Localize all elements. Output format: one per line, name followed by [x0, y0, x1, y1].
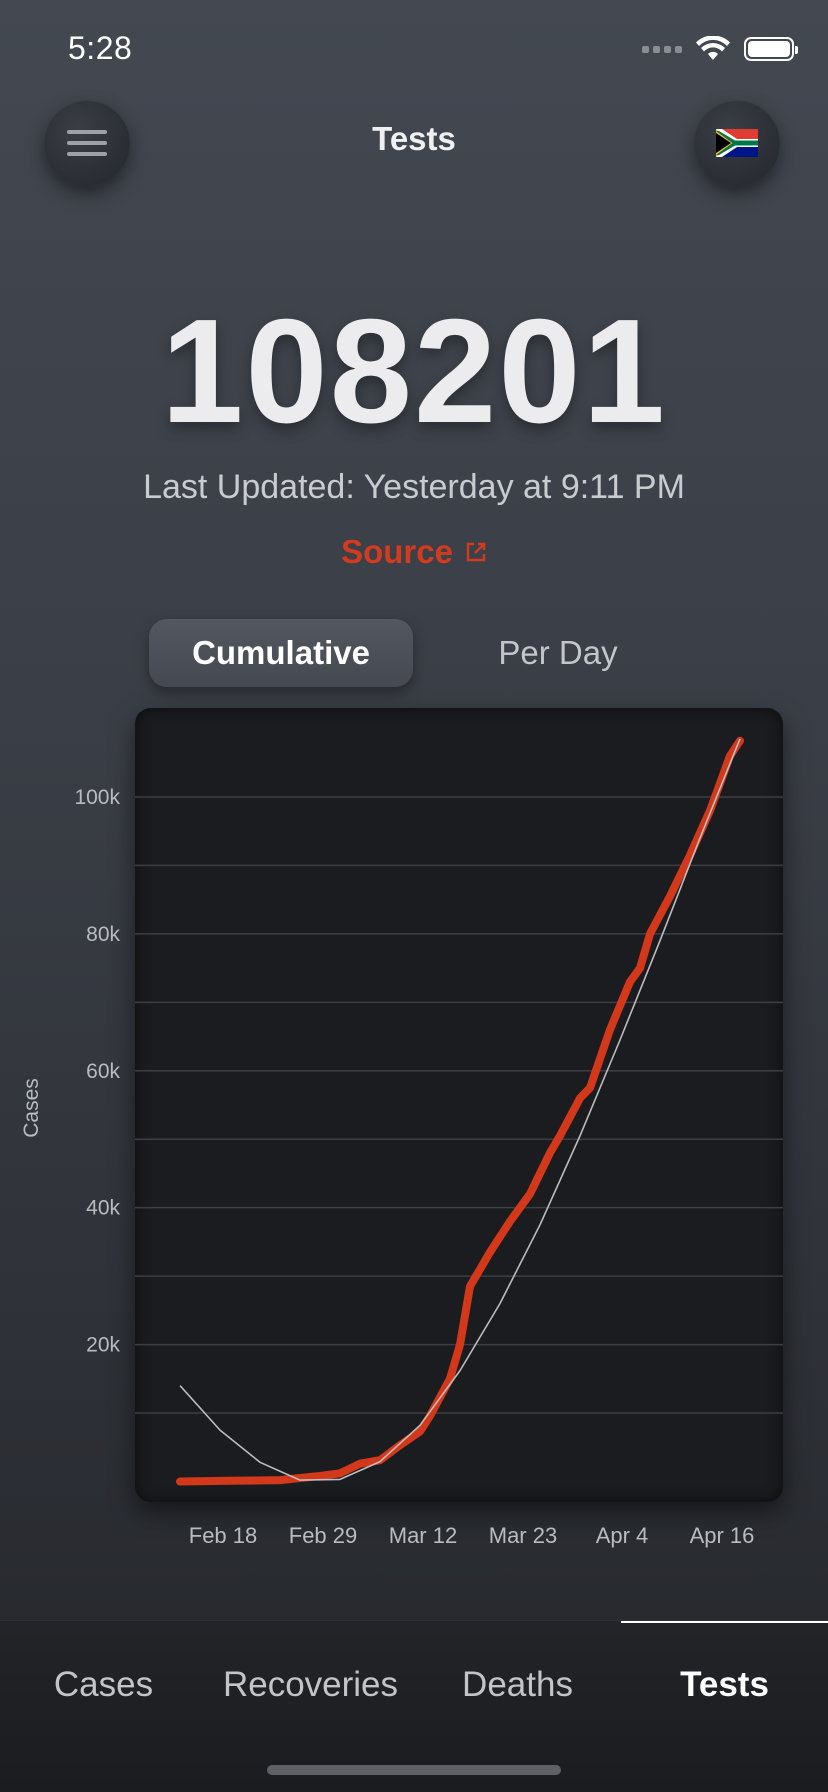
chart-card — [135, 708, 783, 1502]
status-icons — [642, 36, 798, 62]
tab-tests[interactable]: Tests — [621, 1665, 828, 1705]
south-africa-flag-icon — [716, 129, 758, 157]
cumulative-toggle[interactable]: Cumulative — [149, 619, 413, 687]
active-tab-indicator — [621, 1621, 828, 1623]
y-axis-label: Cases — [20, 1078, 43, 1138]
home-indicator — [267, 1765, 561, 1775]
x-tick-label: Apr 16 — [690, 1523, 755, 1548]
status-bar: 5:28 — [0, 0, 828, 100]
status-time: 5:28 — [68, 30, 133, 66]
x-tick-label: Feb 18 — [189, 1523, 258, 1548]
y-tick-label: 20k — [86, 1334, 120, 1357]
tab-deaths[interactable]: Deaths — [414, 1665, 621, 1705]
y-tick-label: 100k — [74, 786, 120, 809]
x-tick-label: Mar 12 — [389, 1523, 457, 1548]
x-tick-label: Apr 4 — [596, 1523, 649, 1548]
battery-icon — [744, 37, 798, 61]
tab-recoveries[interactable]: Recoveries — [207, 1665, 414, 1705]
external-link-icon — [466, 542, 486, 562]
y-tick-label: 80k — [86, 923, 120, 946]
source-label: Source — [341, 533, 453, 570]
y-tick-label: 40k — [86, 1197, 120, 1220]
tab-cases[interactable]: Cases — [0, 1665, 207, 1705]
total-tests-count: 108201 — [161, 289, 667, 454]
source-link[interactable]: Source — [0, 533, 828, 571]
x-tick-label: Mar 23 — [489, 1523, 557, 1548]
per-day-toggle[interactable]: Per Day — [413, 619, 703, 687]
y-tick-label: 60k — [86, 1060, 120, 1083]
x-tick-label: Feb 29 — [289, 1523, 358, 1548]
wifi-icon — [696, 36, 730, 60]
last-updated-text: Last Updated: Yesterday at 9:11 PM — [143, 468, 685, 506]
country-select-button[interactable] — [694, 100, 780, 186]
cellular-signal-icon — [642, 45, 682, 53]
view-toggle: Cumulative Per Day — [149, 619, 729, 687]
